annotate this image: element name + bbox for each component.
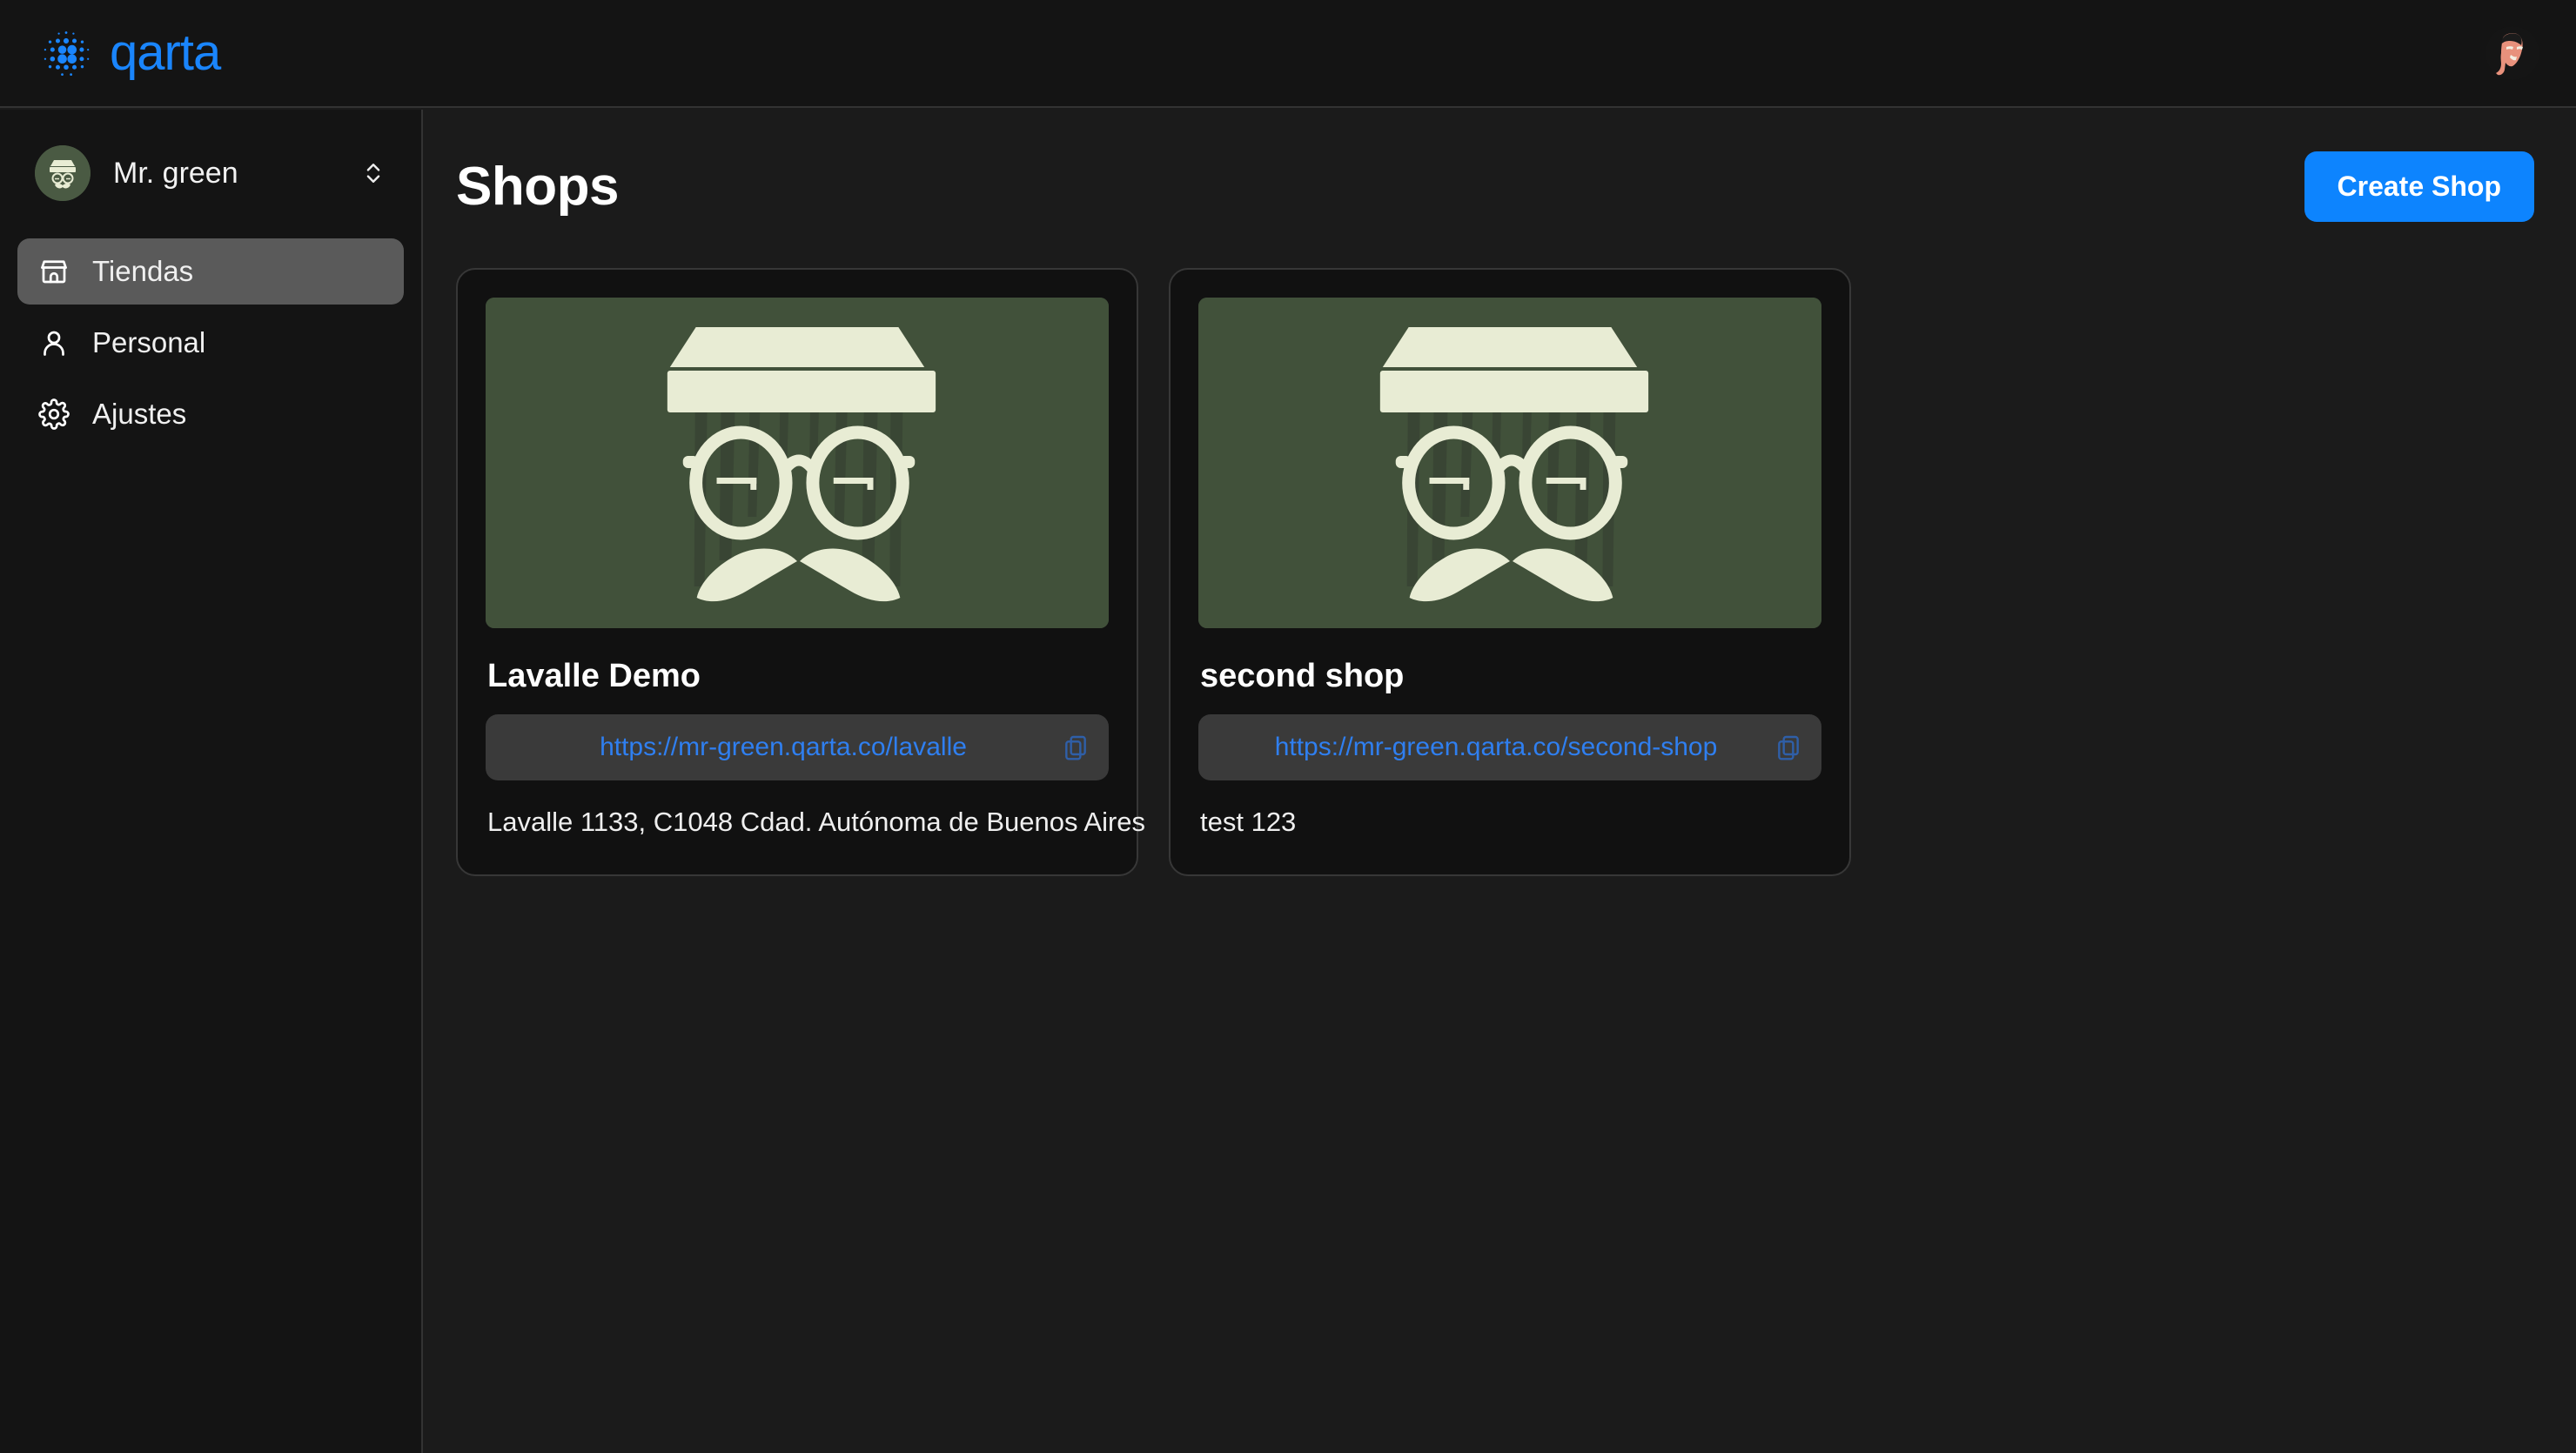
user-avatar-icon — [2485, 26, 2539, 80]
store-icon — [41, 260, 67, 284]
main-header: Shops Create Shop — [456, 144, 2534, 228]
sidebar-item-label: Ajustes — [92, 398, 187, 430]
mr-green-logo-image — [1198, 298, 1821, 628]
shop-name: Lavalle Demo — [487, 658, 701, 694]
shop-card[interactable]: second shop https://mr-green.qarta.co/se… — [1169, 268, 1851, 876]
shop-address: test 123 — [1200, 807, 1297, 837]
shop-name: second shop — [1200, 658, 1405, 694]
org-name: Mr. green — [113, 156, 238, 190]
sidebar-item-personal[interactable]: Personal — [17, 310, 404, 376]
sidebar-item-tiendas[interactable]: Tiendas — [17, 238, 404, 305]
shop-address: Lavalle 1133, C1048 Cdad. Autónoma de Bu… — [487, 807, 1146, 837]
shop-url-link[interactable]: https://mr-green.qarta.co/lavalle — [505, 733, 1062, 762]
page-title: Shops — [456, 156, 619, 217]
shop-url-link[interactable]: https://mr-green.qarta.co/second-shop — [1218, 733, 1774, 762]
shop-url-field[interactable]: https://mr-green.qarta.co/second-shop — [1198, 714, 1821, 780]
shop-url-field[interactable]: https://mr-green.qarta.co/lavalle — [486, 714, 1109, 780]
brand-logo[interactable]: qarta — [0, 24, 221, 81]
sidebar-nav: Tiendas Personal Ajustes — [0, 238, 421, 447]
user-icon — [44, 331, 64, 356]
shop-image — [1198, 298, 1821, 628]
dot-grid-icon — [44, 31, 90, 77]
chevron-up-down-icon[interactable] — [360, 158, 386, 188]
shop-card[interactable]: Lavalle Demo https://mr-green.qarta.co/l… — [456, 268, 1146, 876]
sidebar: Mr. green Tiendas Personal Ajustes — [0, 110, 423, 1453]
sidebar-item-label: Tiendas — [92, 255, 194, 287]
shop-card-list: Lavalle Demo https://mr-green.qarta.co/l… — [456, 268, 2534, 876]
create-shop-button[interactable]: Create Shop — [2304, 151, 2534, 222]
org-switcher[interactable]: Mr. green — [23, 137, 399, 209]
mr-green-logo-icon — [35, 145, 91, 201]
top-bar: qarta — [0, 0, 2576, 108]
top-bar-right — [2485, 26, 2576, 80]
gear-icon — [38, 398, 70, 430]
copy-icon[interactable] — [1774, 733, 1802, 762]
org-avatar — [35, 145, 91, 201]
shop-image — [486, 298, 1109, 628]
mr-green-logo-image — [486, 298, 1109, 628]
sidebar-item-label: Personal — [92, 326, 206, 358]
main-content: Shops Create Shop Lavalle Demo https://m… — [425, 110, 2576, 1453]
sidebar-item-ajustes[interactable]: Ajustes — [17, 381, 404, 447]
avatar[interactable] — [2485, 26, 2539, 80]
brand-name: qarta — [110, 24, 221, 81]
copy-icon[interactable] — [1062, 733, 1090, 762]
